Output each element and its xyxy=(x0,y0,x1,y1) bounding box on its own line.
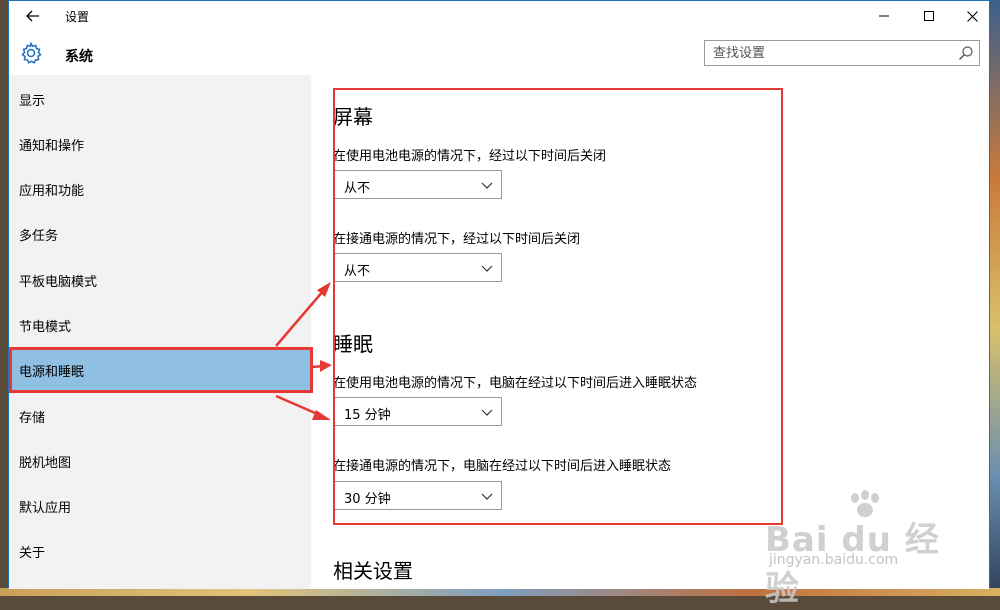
sidebar-item-power-sleep[interactable]: 电源和睡眠 xyxy=(9,348,311,393)
desktop-background-edge xyxy=(990,0,1000,596)
sidebar-item-multitasking[interactable]: 多任务 xyxy=(9,212,311,257)
search-input[interactable] xyxy=(705,41,953,65)
screen-battery-label: 在使用电池电源的情况下，经过以下时间后关闭 xyxy=(333,149,607,164)
sleep-plugged-dropdown[interactable]: 30 分钟 xyxy=(333,481,502,510)
close-button[interactable] xyxy=(949,1,995,31)
sidebar-item-label: 通知和操作 xyxy=(19,139,85,154)
sidebar-item-label: 多任务 xyxy=(19,229,59,244)
main-content: 屏幕 在使用电池电源的情况下，经过以下时间后关闭 从不 在接通电源的情况下，经过… xyxy=(311,75,989,589)
search-box[interactable] xyxy=(704,40,980,66)
window-title: 设置 xyxy=(65,10,90,24)
sleep-battery-dropdown[interactable]: 15 分钟 xyxy=(333,397,502,426)
maximize-icon xyxy=(924,11,934,21)
sidebar-item-label: 关于 xyxy=(19,546,46,561)
page-header: 系统 xyxy=(9,31,989,75)
dropdown-value: 30 分钟 xyxy=(344,492,391,507)
sidebar-item-tablet-mode[interactable]: 平板电脑模式 xyxy=(9,258,311,303)
section-title-screen: 屏幕 xyxy=(333,105,373,129)
back-arrow-icon xyxy=(26,10,39,22)
sleep-battery-label: 在使用电池电源的情况下，电脑在经过以下时间后进入睡眠状态 xyxy=(333,376,698,391)
screen-battery-dropdown[interactable]: 从不 xyxy=(333,170,502,199)
screen-plugged-label: 在接通电源的情况下，经过以下时间后关闭 xyxy=(333,232,581,247)
section-title-sleep: 睡眠 xyxy=(333,332,373,356)
sidebar-item-label: 存储 xyxy=(19,411,46,426)
sidebar-item-storage[interactable]: 存储 xyxy=(9,394,311,439)
chevron-down-icon xyxy=(481,265,493,272)
back-button[interactable] xyxy=(19,6,47,26)
sidebar-item-label: 节电模式 xyxy=(19,320,72,335)
section-title-related: 相关设置 xyxy=(333,559,413,583)
sleep-plugged-label: 在接通电源的情况下，电脑在经过以下时间后进入睡眠状态 xyxy=(333,459,672,474)
desktop-background-bottom xyxy=(0,588,1000,596)
page-title: 系统 xyxy=(65,49,93,65)
close-icon xyxy=(966,10,978,22)
sidebar-item-offline-maps[interactable]: 脱机地图 xyxy=(9,439,311,484)
sidebar-item-label: 平板电脑模式 xyxy=(19,275,98,290)
sidebar: 显示 通知和操作 应用和功能 多任务 平板电脑模式 节电模式 电源和睡眠 存储 … xyxy=(9,75,311,589)
chevron-down-icon xyxy=(481,409,493,416)
search-icon[interactable] xyxy=(958,45,974,61)
gear-icon xyxy=(21,41,42,64)
sidebar-item-about[interactable]: 关于 xyxy=(9,529,311,574)
sidebar-item-label: 显示 xyxy=(19,94,46,109)
sidebar-item-default-apps[interactable]: 默认应用 xyxy=(9,484,311,529)
sidebar-item-battery-saver[interactable]: 节电模式 xyxy=(9,303,311,348)
dropdown-value: 15 分钟 xyxy=(344,408,391,423)
sidebar-item-label: 电源和睡眠 xyxy=(19,365,85,380)
title-bar: 设置 xyxy=(9,1,989,31)
screen-plugged-dropdown[interactable]: 从不 xyxy=(333,253,502,282)
dropdown-value: 从不 xyxy=(344,181,371,196)
dropdown-value: 从不 xyxy=(344,264,371,279)
minimize-icon xyxy=(879,15,889,17)
sidebar-item-apps-features[interactable]: 应用和功能 xyxy=(9,167,311,212)
settings-window: 设置 系统 查找设置 显示 通知和操作 应用和功能 多任务 平板电脑模式 节电模… xyxy=(8,0,990,589)
sidebar-item-notifications[interactable]: 通知和操作 xyxy=(9,122,311,167)
maximize-button[interactable] xyxy=(906,1,952,31)
sidebar-item-display[interactable]: 显示 xyxy=(9,77,311,122)
sidebar-item-label: 默认应用 xyxy=(19,501,72,516)
sidebar-item-label: 脱机地图 xyxy=(19,456,72,471)
sidebar-item-label: 应用和功能 xyxy=(19,184,85,199)
chevron-down-icon xyxy=(481,182,493,189)
chevron-down-icon xyxy=(481,493,493,500)
minimize-button[interactable] xyxy=(861,1,907,31)
